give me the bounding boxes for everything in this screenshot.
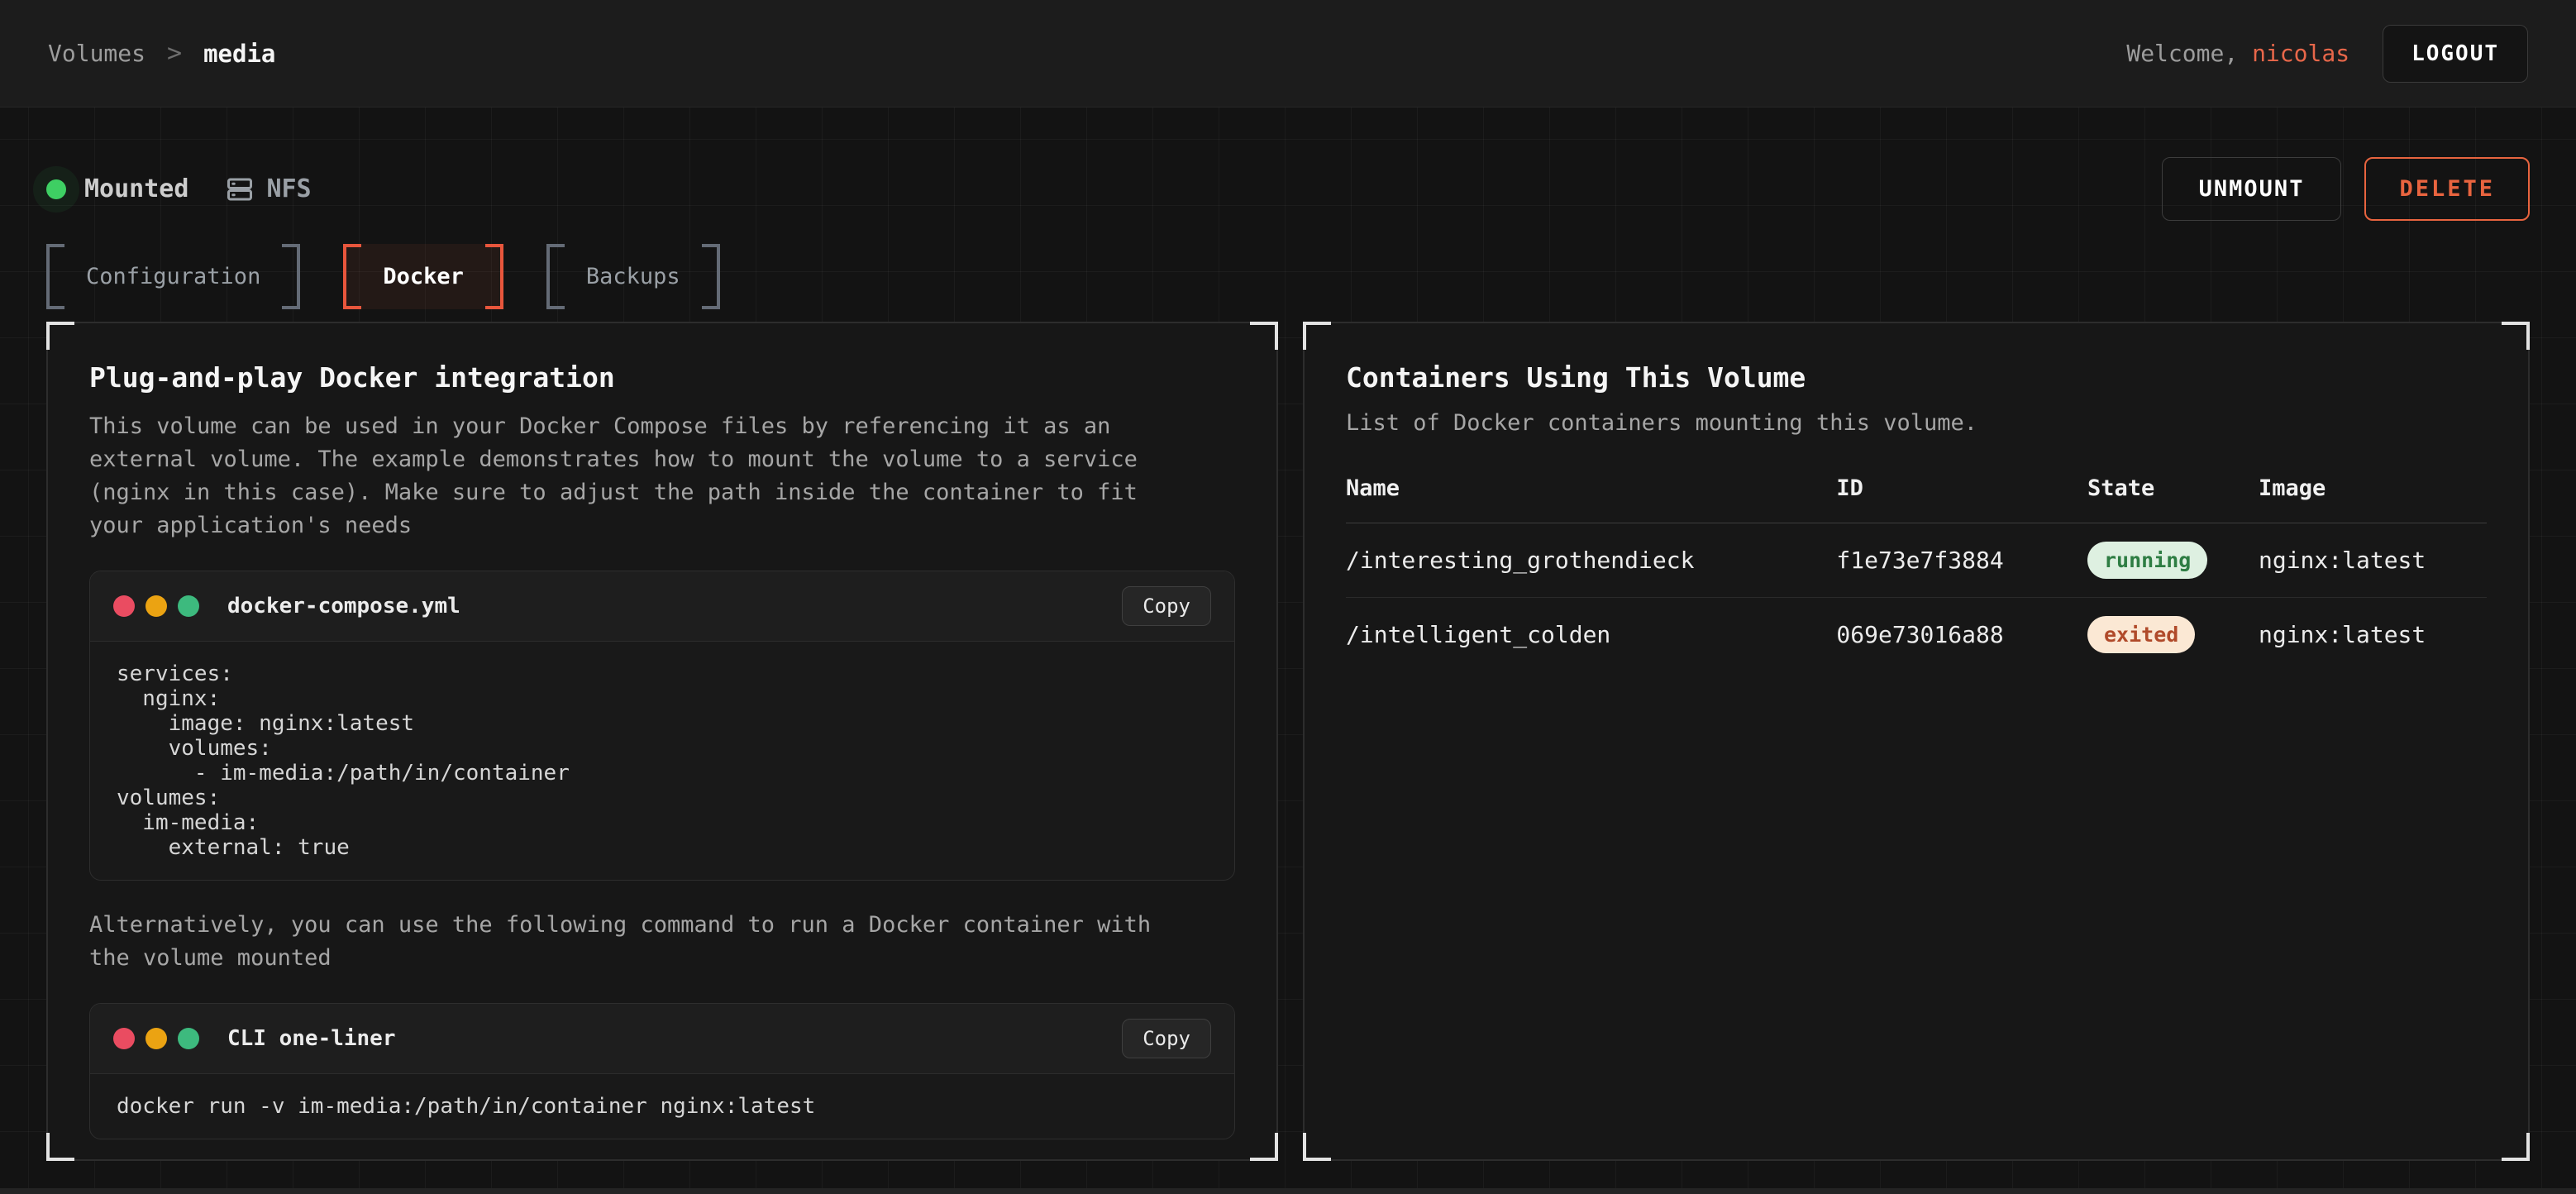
tab-configuration[interactable]: Configuration (46, 244, 300, 309)
containers-panel-subtitle: List of Docker containers mounting this … (1346, 410, 2487, 436)
container-image: nginx:latest (2259, 621, 2487, 648)
logout-button[interactable]: LOGOUT (2383, 25, 2528, 83)
welcome-prefix: Welcome, (2126, 40, 2252, 67)
tab-backups[interactable]: Backups (546, 244, 720, 309)
red-dot-icon (113, 1028, 135, 1049)
unmount-button[interactable]: UNMOUNT (2162, 157, 2342, 221)
amber-dot-icon (145, 595, 167, 617)
cli-code-content: docker run -v im-media:/path/in/containe… (90, 1074, 1234, 1139)
welcome-text: Welcome, nicolas (2126, 40, 2349, 67)
green-dot-icon (178, 595, 199, 617)
corner-mark (46, 1133, 74, 1161)
cli-code-block: CLI one-liner Copy docker run -v im-medi… (89, 1003, 1235, 1139)
column-header-name: Name (1346, 475, 1836, 501)
breadcrumb-volumes-link[interactable]: Volumes (48, 40, 145, 67)
state-cell: exited (2087, 616, 2259, 653)
copy-compose-button[interactable]: Copy (1122, 586, 1211, 626)
cli-filename: CLI one-liner (227, 1026, 396, 1051)
column-header-image: Image (2259, 475, 2487, 501)
main-content: Mounted NFS UNMOUNT DELETE Configuration (0, 107, 2576, 1194)
containers-table: Name ID State Image /interesting_grothen… (1346, 475, 2487, 671)
container-image: nginx:latest (2259, 547, 2487, 574)
container-id: f1e73e7f3884 (1836, 547, 2087, 574)
status-badge: running (2087, 542, 2207, 579)
mounted-status-dot (46, 179, 66, 199)
username-text: nicolas (2252, 40, 2349, 67)
corner-mark (2502, 1133, 2530, 1161)
breadcrumb: Volumes > media (48, 39, 275, 68)
corner-mark (46, 322, 74, 350)
top-header: Volumes > media Welcome, nicolas LOGOUT (0, 0, 2576, 107)
containers-panel: Containers Using This Volume List of Doc… (1303, 322, 2530, 1161)
mount-status-label: Mounted (84, 174, 188, 203)
fs-type-label: NFS (266, 174, 311, 203)
traffic-light-icons (113, 1028, 199, 1049)
table-header-row: Name ID State Image (1346, 475, 2487, 523)
containers-panel-title: Containers Using This Volume (1346, 361, 2487, 394)
table-row: /interesting_grothendieck f1e73e7f3884 r… (1346, 523, 2487, 598)
cli-code-header: CLI one-liner Copy (90, 1004, 1234, 1074)
cli-intro-text: Alternatively, you can use the following… (89, 909, 1189, 975)
green-dot-icon (178, 1028, 199, 1049)
compose-code-header: docker-compose.yml Copy (90, 571, 1234, 642)
delete-button[interactable]: DELETE (2364, 157, 2530, 221)
state-cell: running (2087, 542, 2259, 579)
status-badge: exited (2087, 616, 2195, 653)
corner-mark (1250, 322, 1278, 350)
traffic-light-icons (113, 595, 199, 617)
container-id: 069e73016a88 (1836, 621, 2087, 648)
column-header-id: ID (1836, 475, 2087, 501)
bottom-strip (0, 1188, 2576, 1194)
chevron-right-icon: > (167, 39, 182, 68)
column-header-state: State (2087, 475, 2259, 501)
red-dot-icon (113, 595, 135, 617)
corner-mark (1303, 1133, 1331, 1161)
docker-panel-description: This volume can be used in your Docker C… (89, 410, 1189, 542)
docker-integration-panel: Plug-and-play Docker integration This vo… (46, 322, 1278, 1161)
status-row: Mounted NFS UNMOUNT DELETE (46, 107, 2530, 221)
compose-code-content: services: nginx: image: nginx:latest vol… (90, 642, 1234, 880)
corner-mark (2502, 322, 2530, 350)
copy-cli-button[interactable]: Copy (1122, 1019, 1211, 1058)
container-name: /interesting_grothendieck (1346, 547, 1836, 574)
container-name: /intelligent_colden (1346, 621, 1836, 648)
server-icon (225, 174, 255, 204)
compose-filename: docker-compose.yml (227, 594, 460, 618)
tab-docker[interactable]: Docker (343, 244, 503, 309)
breadcrumb-current-volume: media (203, 40, 275, 68)
docker-panel-title: Plug-and-play Docker integration (89, 361, 1235, 394)
amber-dot-icon (145, 1028, 167, 1049)
corner-mark (1303, 322, 1331, 350)
compose-code-block: docker-compose.yml Copy services: nginx:… (89, 571, 1235, 881)
filesystem-type: NFS (225, 174, 311, 204)
corner-mark (1250, 1133, 1278, 1161)
tab-bar: Configuration Docker Backups (46, 244, 2530, 309)
table-row: /intelligent_colden 069e73016a88 exited … (1346, 598, 2487, 671)
